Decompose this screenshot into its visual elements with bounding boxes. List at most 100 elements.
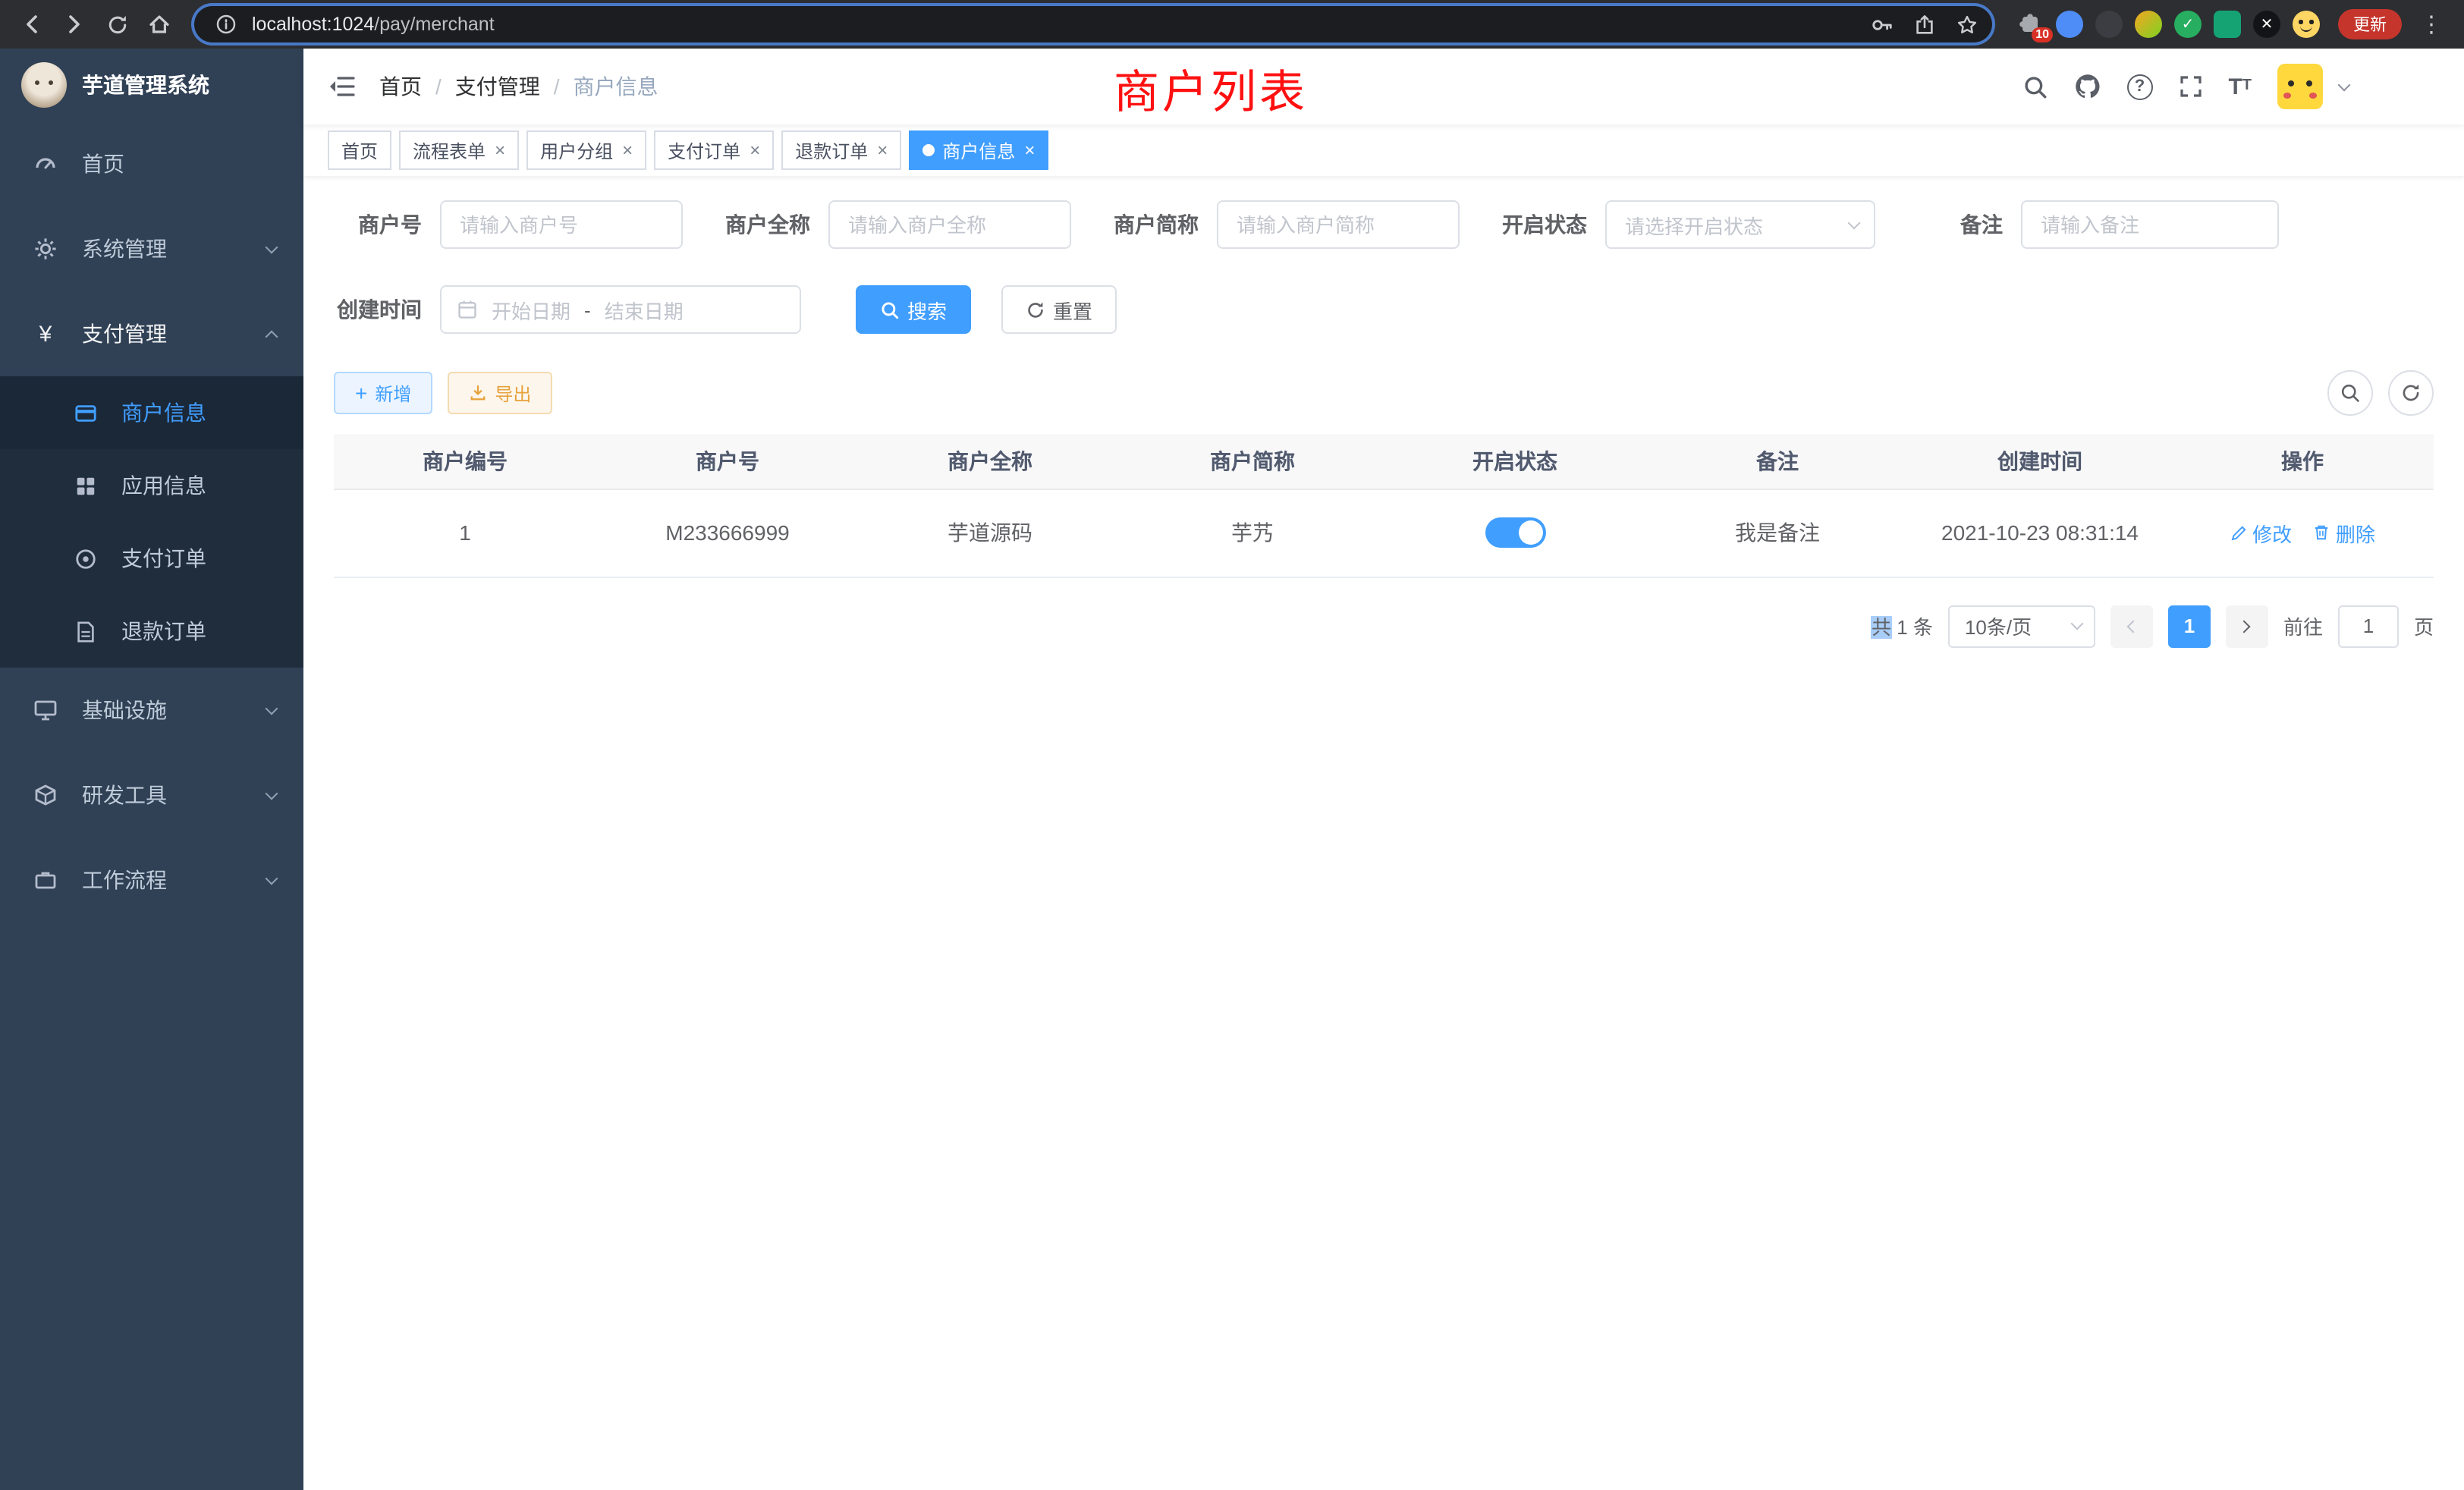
remark-input[interactable]	[2021, 200, 2279, 249]
toggle-search-button[interactable]	[2327, 370, 2373, 416]
delete-link[interactable]: 删除	[2313, 518, 2375, 547]
extension-black-icon[interactable]: ✕	[2253, 11, 2280, 38]
sidebar-item-label: 基础设施	[82, 695, 267, 725]
sidebar-item-dev-tools[interactable]: 研发工具	[0, 753, 303, 838]
sidebar-item-label: 系统管理	[82, 234, 267, 264]
sidebar-subitem-pay-order[interactable]: 支付订单	[0, 522, 303, 595]
merchant-short-name-input[interactable]	[1217, 200, 1460, 249]
refresh-button[interactable]	[2388, 370, 2434, 416]
grid-icon	[70, 474, 100, 497]
reset-button[interactable]: 重置	[1001, 285, 1117, 334]
extensions-badge: 10	[2032, 27, 2053, 42]
bookmark-star-icon[interactable]	[1950, 6, 1983, 42]
breadcrumb-home[interactable]: 首页	[379, 71, 422, 102]
browser-menu-icon[interactable]: ⋮	[2411, 11, 2452, 38]
page-size-select[interactable]: 10条/页	[1948, 605, 2095, 647]
edit-link[interactable]: 修改	[2230, 518, 2292, 547]
prev-page-button[interactable]	[2110, 605, 2153, 647]
close-icon[interactable]: ×	[877, 140, 888, 161]
fullscreen-icon[interactable]	[2178, 74, 2202, 99]
extension-avatar-icon[interactable]	[2135, 11, 2162, 38]
filter-merchant-short-name: 商户简称	[1111, 200, 1460, 249]
sidebar-fold-icon[interactable]	[328, 74, 355, 99]
page-unit-label: 页	[2414, 611, 2434, 640]
filter-remark: 备注	[1915, 200, 2279, 249]
date-range-picker[interactable]: 开始日期 - 结束日期	[440, 285, 801, 334]
breadcrumb-separator: /	[554, 74, 560, 99]
document-icon	[70, 620, 100, 643]
search-button[interactable]: 搜索	[856, 285, 971, 334]
sidebar-item-workflow[interactable]: 工作流程	[0, 838, 303, 923]
cell-merchant-short-name: 芋艿	[1121, 489, 1384, 577]
sidebar-subitem-merchant-info[interactable]: 商户信息	[0, 376, 303, 449]
close-icon[interactable]: ×	[750, 140, 760, 161]
avatar-caret-icon[interactable]	[2338, 78, 2351, 91]
screen: localhost:1024/pay/merchant 10 ✓ ✕	[0, 0, 2464, 1490]
cell-actions: 修改 删除	[2171, 489, 2434, 577]
home-icon[interactable]	[140, 6, 179, 42]
col-remark: 备注	[1646, 434, 1909, 489]
user-avatar[interactable]	[2277, 64, 2323, 109]
date-separator: -	[584, 298, 591, 321]
tab-merchant-info[interactable]: 商户信息×	[909, 130, 1048, 170]
merchant-name-input[interactable]	[828, 200, 1071, 249]
col-create-time: 创建时间	[1909, 434, 2171, 489]
breadcrumb-payment[interactable]: 支付管理	[455, 71, 540, 102]
search-icon[interactable]	[2022, 74, 2048, 99]
sidebar-item-system[interactable]: 系统管理	[0, 206, 303, 291]
help-icon[interactable]: ?	[2126, 74, 2152, 99]
address-bar[interactable]: localhost:1024/pay/merchant	[194, 6, 1992, 42]
status-toggle[interactable]	[1485, 517, 1545, 548]
sidebar-logo[interactable]: 芋道管理系统	[0, 49, 303, 121]
remark-label: 备注	[1915, 209, 2021, 240]
sidebar-item-infrastructure[interactable]: 基础设施	[0, 668, 303, 753]
sidebar-item-label: 工作流程	[82, 865, 267, 895]
sidebar-item-home[interactable]: 首页	[0, 121, 303, 206]
github-icon[interactable]	[2073, 73, 2101, 100]
sidebar-subitem-refund-order[interactable]: 退款订单	[0, 595, 303, 668]
next-page-button[interactable]	[2226, 605, 2268, 647]
extensions-puzzle-icon[interactable]: 10	[2016, 11, 2044, 38]
col-merchant-short-name: 商户简称	[1121, 434, 1384, 489]
extension-dark-icon[interactable]	[2095, 11, 2123, 38]
status-select[interactable]: 请选择开启状态	[1605, 200, 1875, 249]
profile-avatar-icon[interactable]	[2293, 11, 2320, 38]
browser-update-button[interactable]: 更新	[2338, 9, 2402, 39]
site-info-icon[interactable]	[209, 6, 243, 42]
close-icon[interactable]: ×	[622, 140, 633, 161]
breadcrumb-separator: /	[435, 74, 442, 99]
page-number-button[interactable]: 1	[2168, 605, 2211, 647]
export-button[interactable]: 导出	[448, 372, 552, 414]
extension-green-circle-icon[interactable]: ✓	[2174, 11, 2202, 38]
filter-status: 开启状态 请选择开启状态	[1499, 200, 1875, 249]
forward-icon[interactable]	[55, 6, 94, 42]
merchant-name-label: 商户全称	[722, 209, 828, 240]
tab-home[interactable]: 首页	[328, 130, 391, 170]
extension-green-square-icon[interactable]	[2214, 11, 2241, 38]
back-icon[interactable]	[12, 6, 52, 42]
tab-process-form[interactable]: 流程表单×	[399, 130, 519, 170]
breadcrumb-merchant-info: 商户信息	[574, 71, 658, 102]
sidebar-item-payment[interactable]: ¥ 支付管理	[0, 291, 303, 376]
close-icon[interactable]: ×	[1024, 140, 1035, 161]
goto-page-input[interactable]	[2338, 605, 2399, 647]
sidebar-subitem-label: 退款订单	[121, 616, 206, 646]
password-key-icon[interactable]	[1865, 6, 1898, 42]
navbar-actions: ? TT	[2022, 64, 2440, 109]
create-time-label: 创建时间	[334, 294, 440, 325]
cell-merchant-id: 1	[334, 489, 596, 577]
close-icon[interactable]: ×	[495, 140, 505, 161]
reload-icon[interactable]	[97, 6, 137, 42]
tab-pay-order[interactable]: 支付订单×	[654, 130, 774, 170]
extension-blue-icon[interactable]	[2056, 11, 2083, 38]
filter-row-2: 创建时间 开始日期 - 结束日期 搜索	[334, 285, 2434, 334]
merchant-no-input[interactable]	[440, 200, 683, 249]
add-button[interactable]: + 新增	[334, 372, 432, 414]
col-actions: 操作	[2171, 434, 2434, 489]
sidebar-subitem-app-info[interactable]: 应用信息	[0, 449, 303, 522]
tab-refund-order[interactable]: 退款订单×	[781, 130, 901, 170]
font-size-icon[interactable]: TT	[2228, 75, 2252, 98]
share-icon[interactable]	[1907, 6, 1941, 42]
tab-user-group[interactable]: 用户分组×	[526, 130, 646, 170]
dashboard-icon	[30, 152, 61, 176]
